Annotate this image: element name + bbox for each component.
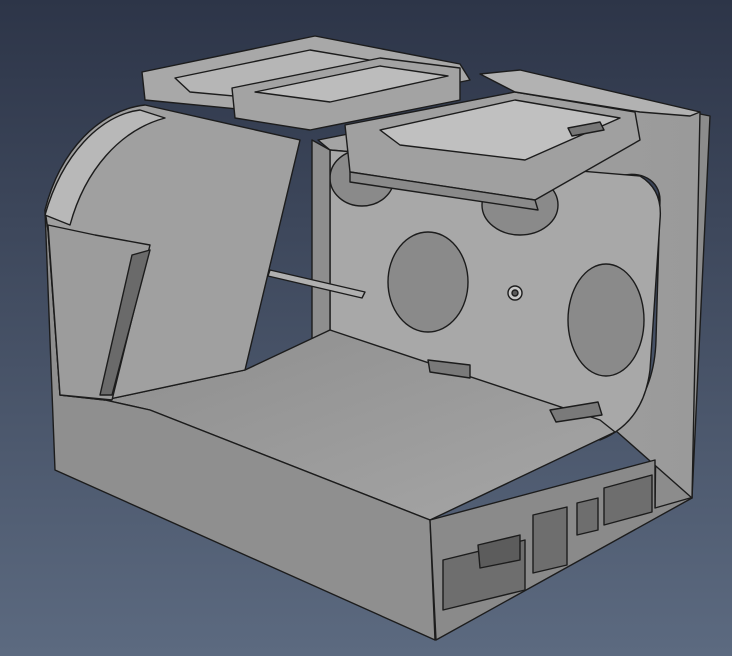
ethernet-port <box>532 506 568 574</box>
hdmi-port <box>576 497 599 536</box>
screw-hole-inner <box>511 289 519 297</box>
cad-viewport[interactable] <box>0 0 732 656</box>
interior-divider-wall <box>311 139 331 341</box>
vent-hole <box>567 263 645 377</box>
vent-hole <box>387 231 469 333</box>
cad-scene <box>0 0 732 656</box>
